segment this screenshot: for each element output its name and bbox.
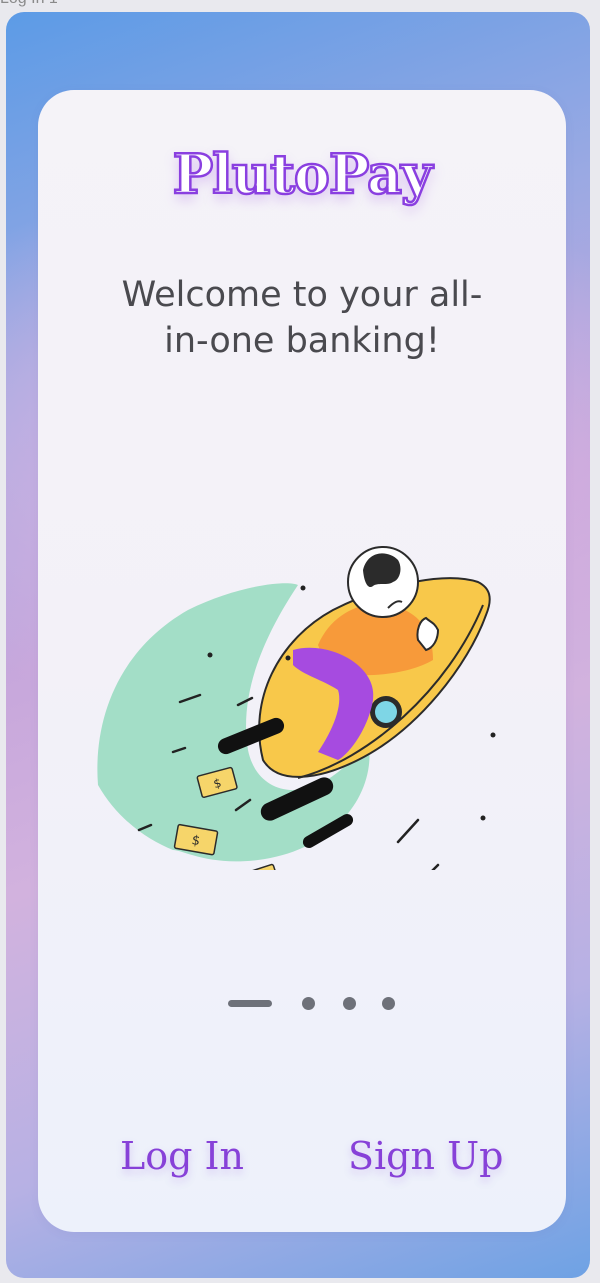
money-icon: $ (236, 863, 280, 870)
page-indicator-dot[interactable] (302, 997, 315, 1010)
page-indicator-dot[interactable] (343, 997, 356, 1010)
rocket-illustration: $ $ $ (97, 546, 496, 870)
page-indicator[interactable] (228, 990, 408, 1020)
welcome-message: Welcome to your all-in-one banking! (121, 275, 483, 361)
login-button[interactable]: Log In (120, 1134, 244, 1178)
window-title: Log In 1 (0, 0, 58, 8)
signup-button[interactable]: Sign Up (348, 1134, 503, 1178)
welcome-card: PlutoPay Welcome to your all-in-one bank… (38, 90, 566, 1232)
page-indicator-active[interactable] (228, 1000, 272, 1007)
app-logo: PlutoPay (171, 141, 433, 208)
page-indicator-dot[interactable] (382, 997, 395, 1010)
phone-screen: PlutoPay Welcome to your all-in-one bank… (6, 12, 590, 1278)
